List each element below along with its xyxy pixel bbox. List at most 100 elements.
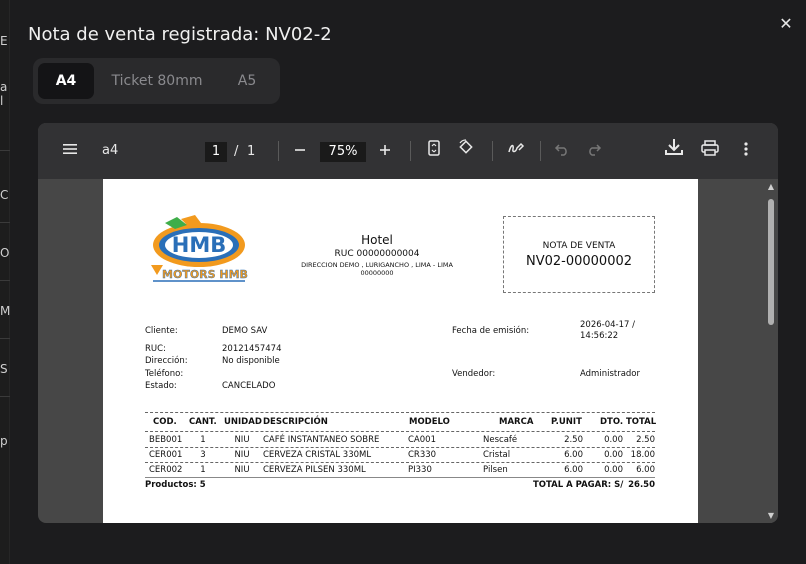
redo-icon[interactable]: [580, 137, 608, 165]
company-name: Hotel: [361, 233, 393, 247]
col-header-description: DESCRIPCIÓN: [263, 417, 328, 427]
toolbar-divider: [410, 141, 411, 161]
company-address: DIRECCION DEMO , LURIGANCHO , LIMA - LIM…: [301, 261, 453, 269]
row-divider: [145, 447, 655, 448]
table-header-rule: [145, 431, 655, 432]
date-value: 2026-04-17 /: [580, 320, 635, 330]
table-cell: NIU: [234, 435, 250, 445]
format-tabs: A4 Ticket 80mm A5: [33, 58, 280, 104]
date-label: Fecha de emisión:: [452, 326, 530, 336]
table-cell: NIU: [234, 465, 250, 475]
company-ruc: RUC 00000000004: [334, 249, 420, 259]
time-value: 14:56:22: [580, 331, 619, 341]
table-cell: CR330: [408, 450, 437, 460]
table-cell: 0.00: [604, 465, 623, 475]
company-logo: HMB MOTORS HMB: [151, 215, 248, 282]
table-cell: CA001: [408, 435, 436, 445]
background-sidebar: E a l C ON MI S p: [0, 0, 18, 564]
client-label: Cliente:: [145, 326, 178, 336]
table-cell: 3: [200, 450, 206, 460]
download-icon[interactable]: [660, 137, 688, 165]
status-label: Estado:: [145, 381, 177, 391]
divider: [0, 150, 10, 151]
background-text: p: [0, 434, 8, 448]
total-label: TOTAL A PAGAR: S/: [533, 480, 624, 490]
menu-icon[interactable]: [56, 137, 84, 165]
table-cell: 2.50: [564, 435, 583, 445]
scrollbar-thumb[interactable]: [768, 199, 774, 325]
logo-text: MOTORS HMB: [162, 268, 248, 281]
table-cell: PI330: [408, 465, 432, 475]
divider: [0, 222, 10, 223]
table-cell: 0.00: [604, 450, 623, 460]
tab-a5[interactable]: A5: [219, 63, 275, 99]
products-count: Productos: 5: [145, 480, 206, 490]
background-text: a l: [0, 80, 8, 108]
scroll-up-icon[interactable]: ▲: [766, 182, 776, 191]
table-cell: CER001: [149, 450, 183, 460]
table-cell: CERVEZA CRISTAL 330ML: [263, 450, 372, 460]
background-text: S: [0, 362, 8, 376]
pdf-toolbar: a4 1 / 1 75%: [38, 123, 778, 179]
undo-icon[interactable]: [548, 137, 576, 165]
company-info: Hotel RUC 00000000004 DIRECCION DEMO , L…: [289, 233, 465, 278]
table-cell: 18.00: [630, 450, 655, 460]
col-header-unit: UNIDAD: [224, 417, 262, 427]
table-cell: BEB001: [149, 435, 183, 445]
address-label: Dirección:: [145, 356, 188, 366]
row-divider: [145, 462, 655, 463]
pdf-viewer: a4 1 / 1 75% HMB MOTORS HMB Hotel RUC 00…: [38, 123, 778, 523]
pdf-page: HMB MOTORS HMB Hotel RUC 00000000004 DIR…: [103, 179, 698, 523]
table-cell: 1: [200, 435, 206, 445]
document-number: NV02-00000002: [525, 254, 633, 269]
zoom-in-icon[interactable]: [371, 137, 399, 165]
close-icon[interactable]: ✕: [776, 14, 796, 34]
ruc-value: 20121457474: [222, 344, 282, 354]
page-separator: /: [234, 144, 239, 159]
table-cell: 0.00: [604, 435, 623, 445]
annotate-icon[interactable]: [502, 137, 530, 165]
col-header-total: TOTAL: [626, 417, 657, 427]
table-cell: Nescafé: [483, 435, 518, 445]
table-cell: 1: [200, 465, 206, 475]
pdf-scrollbar[interactable]: ▲ ▼: [764, 179, 778, 523]
rotate-icon[interactable]: [452, 137, 480, 165]
col-header-discount: DTO.: [600, 417, 624, 427]
toolbar-divider: [278, 141, 279, 161]
col-header-model: MODELO: [409, 417, 450, 427]
divider: [0, 396, 10, 397]
divider: [0, 338, 10, 339]
logo-letters: HMB: [172, 233, 226, 257]
seller-label: Vendedor:: [452, 369, 496, 379]
table-cell: NIU: [234, 450, 250, 460]
col-header-code: COD.: [153, 417, 177, 427]
divider: [0, 280, 10, 281]
table-top-rule: [145, 412, 655, 413]
client-value: DEMO SAV: [222, 326, 268, 336]
table-cell: CER002: [149, 465, 183, 475]
fit-page-icon[interactable]: [420, 137, 448, 165]
tab-ticket-80mm[interactable]: Ticket 80mm: [99, 63, 215, 99]
toolbar-divider: [540, 141, 541, 161]
tab-a4[interactable]: A4: [38, 63, 94, 99]
page-number-input[interactable]: 1: [205, 142, 227, 162]
scroll-down-icon[interactable]: ▼: [766, 511, 776, 520]
zoom-out-icon[interactable]: [286, 137, 314, 165]
more-icon[interactable]: [732, 137, 760, 165]
table-bottom-rule: [145, 477, 655, 478]
table-cell: 6.00: [564, 450, 583, 460]
document-type: NOTA DE VENTA: [542, 241, 616, 251]
ruc-label: RUC:: [145, 344, 166, 354]
table-cell: 6.00: [564, 465, 583, 475]
zoom-level[interactable]: 75%: [320, 142, 366, 162]
print-icon[interactable]: [696, 137, 724, 165]
phone-label: Teléfono:: [145, 369, 184, 379]
dialog-title: Nota de venta registrada: NV02-2: [28, 24, 332, 45]
background-text: E: [0, 34, 8, 48]
document-number-box: NOTA DE VENTA NV02-00000002: [503, 216, 655, 293]
pdf-filename: a4: [102, 143, 119, 158]
total-pages: 1: [247, 144, 256, 159]
col-header-qty: CANT.: [189, 417, 217, 427]
table-cell: CERVEZA PILSEN 330ML: [263, 465, 366, 475]
toolbar-divider: [492, 141, 493, 161]
